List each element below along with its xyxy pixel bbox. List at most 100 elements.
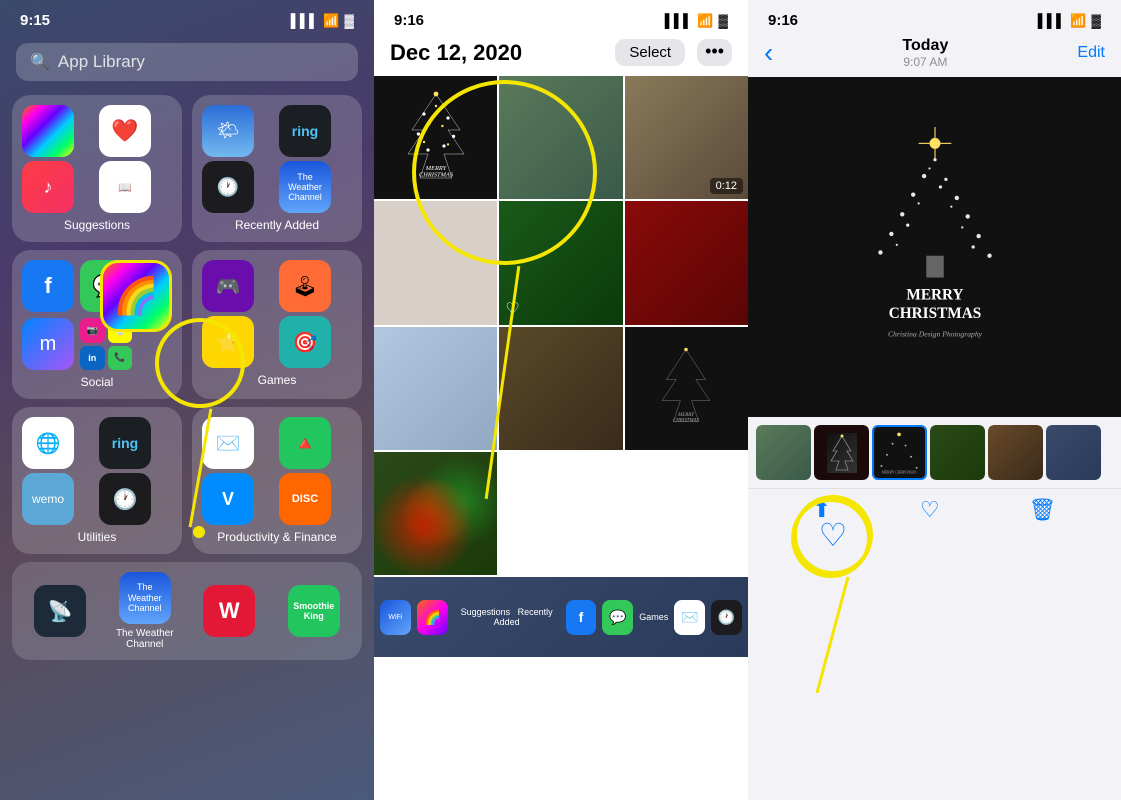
battery-icon-3: ▓ bbox=[1092, 13, 1101, 28]
time-3: 9:16 bbox=[768, 12, 798, 29]
app-icon-weather-top[interactable]: 🌤 bbox=[202, 105, 254, 157]
app-walgreens[interactable]: W bbox=[191, 585, 268, 637]
photo-cell-xmas2[interactable]: MERRY CHRISTMAS bbox=[625, 327, 748, 450]
app-library-search[interactable]: 🔍 App Library bbox=[16, 43, 358, 81]
photo-cell-small1[interactable] bbox=[499, 327, 622, 450]
strip-thumb-2[interactable] bbox=[814, 425, 869, 480]
app-icon-wemo[interactable]: wemo bbox=[22, 473, 74, 525]
section-row-2: f 💬 m 📷 👻 in 📞 🌈 Social 🎮 🕹 ⭐ bbox=[12, 250, 362, 399]
more-button[interactable]: ••• bbox=[697, 39, 732, 66]
app-icon-chrome[interactable]: 🌐 bbox=[22, 417, 74, 469]
smoothie-icon: Smoothie King bbox=[288, 585, 340, 637]
app-icon-facebook[interactable]: f bbox=[22, 260, 74, 312]
app-icon-mountain[interactable]: 🔺 bbox=[279, 417, 331, 469]
time-2: 9:16 bbox=[394, 12, 424, 29]
folder-social[interactable]: f 💬 m 📷 👻 in 📞 🌈 Social bbox=[12, 250, 182, 399]
app-smoothie[interactable]: Smoothie King bbox=[276, 585, 353, 637]
strip-thumb-1[interactable] bbox=[756, 425, 811, 480]
photo-cell-appscreen[interactable]: WiFi 🌈 Suggestions Recently Added f 💬 Ga… bbox=[374, 577, 748, 800]
status-bar-3: 9:16 ▌▌▌ 📶 ▓ bbox=[748, 0, 1121, 33]
photos-grid: MERRY CHRISTMAS 0:12 ♡ bbox=[374, 76, 748, 800]
app-icon-kindle[interactable]: 📖 bbox=[99, 161, 151, 213]
photo-lantern bbox=[499, 327, 622, 450]
status-icons-3: ▌▌▌ 📶 ▓ bbox=[1038, 12, 1101, 29]
photo-strip: MERRY CHRISTMAS bbox=[748, 417, 1121, 488]
photo-cell-pine[interactable]: ♡ bbox=[499, 201, 622, 324]
detail-subtitle: 9:07 AM bbox=[902, 55, 948, 69]
folder-productivity-label: Productivity & Finance bbox=[202, 530, 352, 544]
folder-productivity[interactable]: ✉️ 🔺 V DISC Productivity & Finance bbox=[192, 407, 362, 554]
folder-recently-added[interactable]: 🌤 ring 🕐 The Weather Channel Recently Ad… bbox=[192, 95, 362, 242]
strip-thumb-4[interactable] bbox=[930, 425, 985, 480]
app-icon-game4[interactable]: 🎯 bbox=[279, 316, 331, 368]
photo-cell-shoes[interactable] bbox=[374, 201, 497, 324]
app-icon-game2[interactable]: 🕹 bbox=[279, 260, 331, 312]
folder-suggestions[interactable]: ❤️ ♪ 📖 Suggestions bbox=[12, 95, 182, 242]
signal-icon-3: ▌▌▌ bbox=[1038, 13, 1066, 28]
panel-app-library: 9:15 ▌▌▌ 📶 ▓ 🔍 App Library ❤️ ♪ 📖 Sugges… bbox=[0, 0, 374, 800]
status-icons-1: ▌▌▌ 📶 ▓ bbox=[291, 13, 354, 29]
favorite-button[interactable]: ♡ bbox=[920, 497, 940, 523]
app-icon-clock[interactable]: 🕐 bbox=[202, 161, 254, 213]
back-button[interactable]: ‹ bbox=[764, 37, 773, 69]
folder-recently-added-label: Recently Added bbox=[202, 218, 352, 232]
folder-utilities-label: Utilities bbox=[22, 530, 172, 544]
app-icon-ring-util[interactable]: ring bbox=[99, 417, 151, 469]
photo-cell-red-tree[interactable] bbox=[625, 201, 748, 324]
app-icon-ring[interactable]: ring bbox=[279, 105, 331, 157]
photos-actions: Select ••• bbox=[615, 39, 732, 66]
weather-channel-label: The Weather Channel bbox=[110, 628, 180, 650]
app-icon-discover[interactable]: DISC bbox=[279, 473, 331, 525]
folder-suggestions-grid: ❤️ ♪ 📖 bbox=[22, 105, 172, 213]
photo-cell-xmas-large[interactable]: MERRY CHRISTMAS bbox=[374, 76, 497, 199]
app-weather-channel-bottom[interactable]: The Weather Channel The Weather Channel bbox=[107, 572, 184, 650]
photo-cell-ornaments[interactable] bbox=[374, 452, 497, 575]
app-icon-weatherchannel-small[interactable]: The Weather Channel bbox=[279, 161, 331, 213]
folder-games[interactable]: 🎮 🕹 ⭐ 🎯 Games bbox=[192, 250, 362, 399]
status-bar-2: 9:16 ▌▌▌ 📶 ▓ bbox=[374, 0, 748, 33]
strip-thumb-3[interactable]: MERRY CHRISTMAS bbox=[872, 425, 927, 480]
photo-snowflakes bbox=[374, 327, 497, 450]
app-icon-game3[interactable]: ⭐ bbox=[202, 316, 254, 368]
video-duration: 0:12 bbox=[710, 178, 743, 194]
photos-header: Dec 12, 2020 Select ••• bbox=[374, 33, 748, 76]
search-icon: 🔍 bbox=[30, 52, 50, 72]
strip-thumb-5[interactable] bbox=[988, 425, 1043, 480]
folder-productivity-grid: ✉️ 🔺 V DISC bbox=[202, 417, 352, 525]
battery-icon: ▓ bbox=[345, 13, 354, 28]
status-bar-1: 9:15 ▌▌▌ 📶 ▓ bbox=[0, 0, 374, 35]
photos-date: Dec 12, 2020 bbox=[390, 40, 522, 66]
walgreens-icon: W bbox=[203, 585, 255, 637]
svg-text:MERRY: MERRY bbox=[677, 413, 695, 418]
main-photo-view[interactable]: MERRY CHRISTMAS Christina Design Photogr… bbox=[748, 77, 1121, 417]
app-icon-health[interactable]: ❤️ bbox=[99, 105, 151, 157]
folder-games-label: Games bbox=[202, 373, 352, 387]
strip-thumb-6[interactable] bbox=[1046, 425, 1101, 480]
yellow-dot-1 bbox=[193, 526, 205, 538]
photos-large-icon-highlighted[interactable]: 🌈 bbox=[100, 260, 172, 332]
folder-recently-added-grid: 🌤 ring 🕐 The Weather Channel bbox=[202, 105, 352, 213]
battery-icon-2: ▓ bbox=[719, 13, 728, 28]
app-icon-clock-util[interactable]: 🕐 bbox=[99, 473, 151, 525]
app-icon-music[interactable]: ♪ bbox=[22, 161, 74, 213]
folder-utilities[interactable]: 🌐 ring wemo 🕐 Utilities bbox=[12, 407, 182, 554]
photo-cell-video[interactable]: 0:12 bbox=[625, 76, 748, 199]
wifi-icon-3: 📶 bbox=[1070, 13, 1086, 29]
delete-button[interactable]: 🗑 bbox=[1029, 497, 1057, 523]
app-airwave[interactable]: 📡 bbox=[22, 585, 99, 637]
detail-title-group: Today 9:07 AM bbox=[902, 37, 948, 69]
time-1: 9:15 bbox=[20, 12, 50, 29]
detail-header: ‹ Today 9:07 AM Edit bbox=[748, 33, 1121, 77]
app-icon-messenger-social[interactable]: m bbox=[22, 318, 74, 370]
select-button[interactable]: Select bbox=[615, 39, 685, 66]
search-label: App Library bbox=[58, 52, 145, 72]
app-icon-game1[interactable]: 🎮 bbox=[202, 260, 254, 312]
edit-button[interactable]: Edit bbox=[1077, 44, 1105, 62]
app-icon-photos[interactable] bbox=[22, 105, 74, 157]
app-icon-gmail[interactable]: ✉️ bbox=[202, 417, 254, 469]
app-icon-venmo[interactable]: V bbox=[202, 473, 254, 525]
folder-utilities-grid: 🌐 ring wemo 🕐 bbox=[22, 417, 172, 525]
photo-cell-snowflakes[interactable] bbox=[374, 327, 497, 450]
svg-text:CHRISTMAS: CHRISTMAS bbox=[419, 171, 454, 178]
photo-cell-family[interactable] bbox=[499, 76, 622, 199]
